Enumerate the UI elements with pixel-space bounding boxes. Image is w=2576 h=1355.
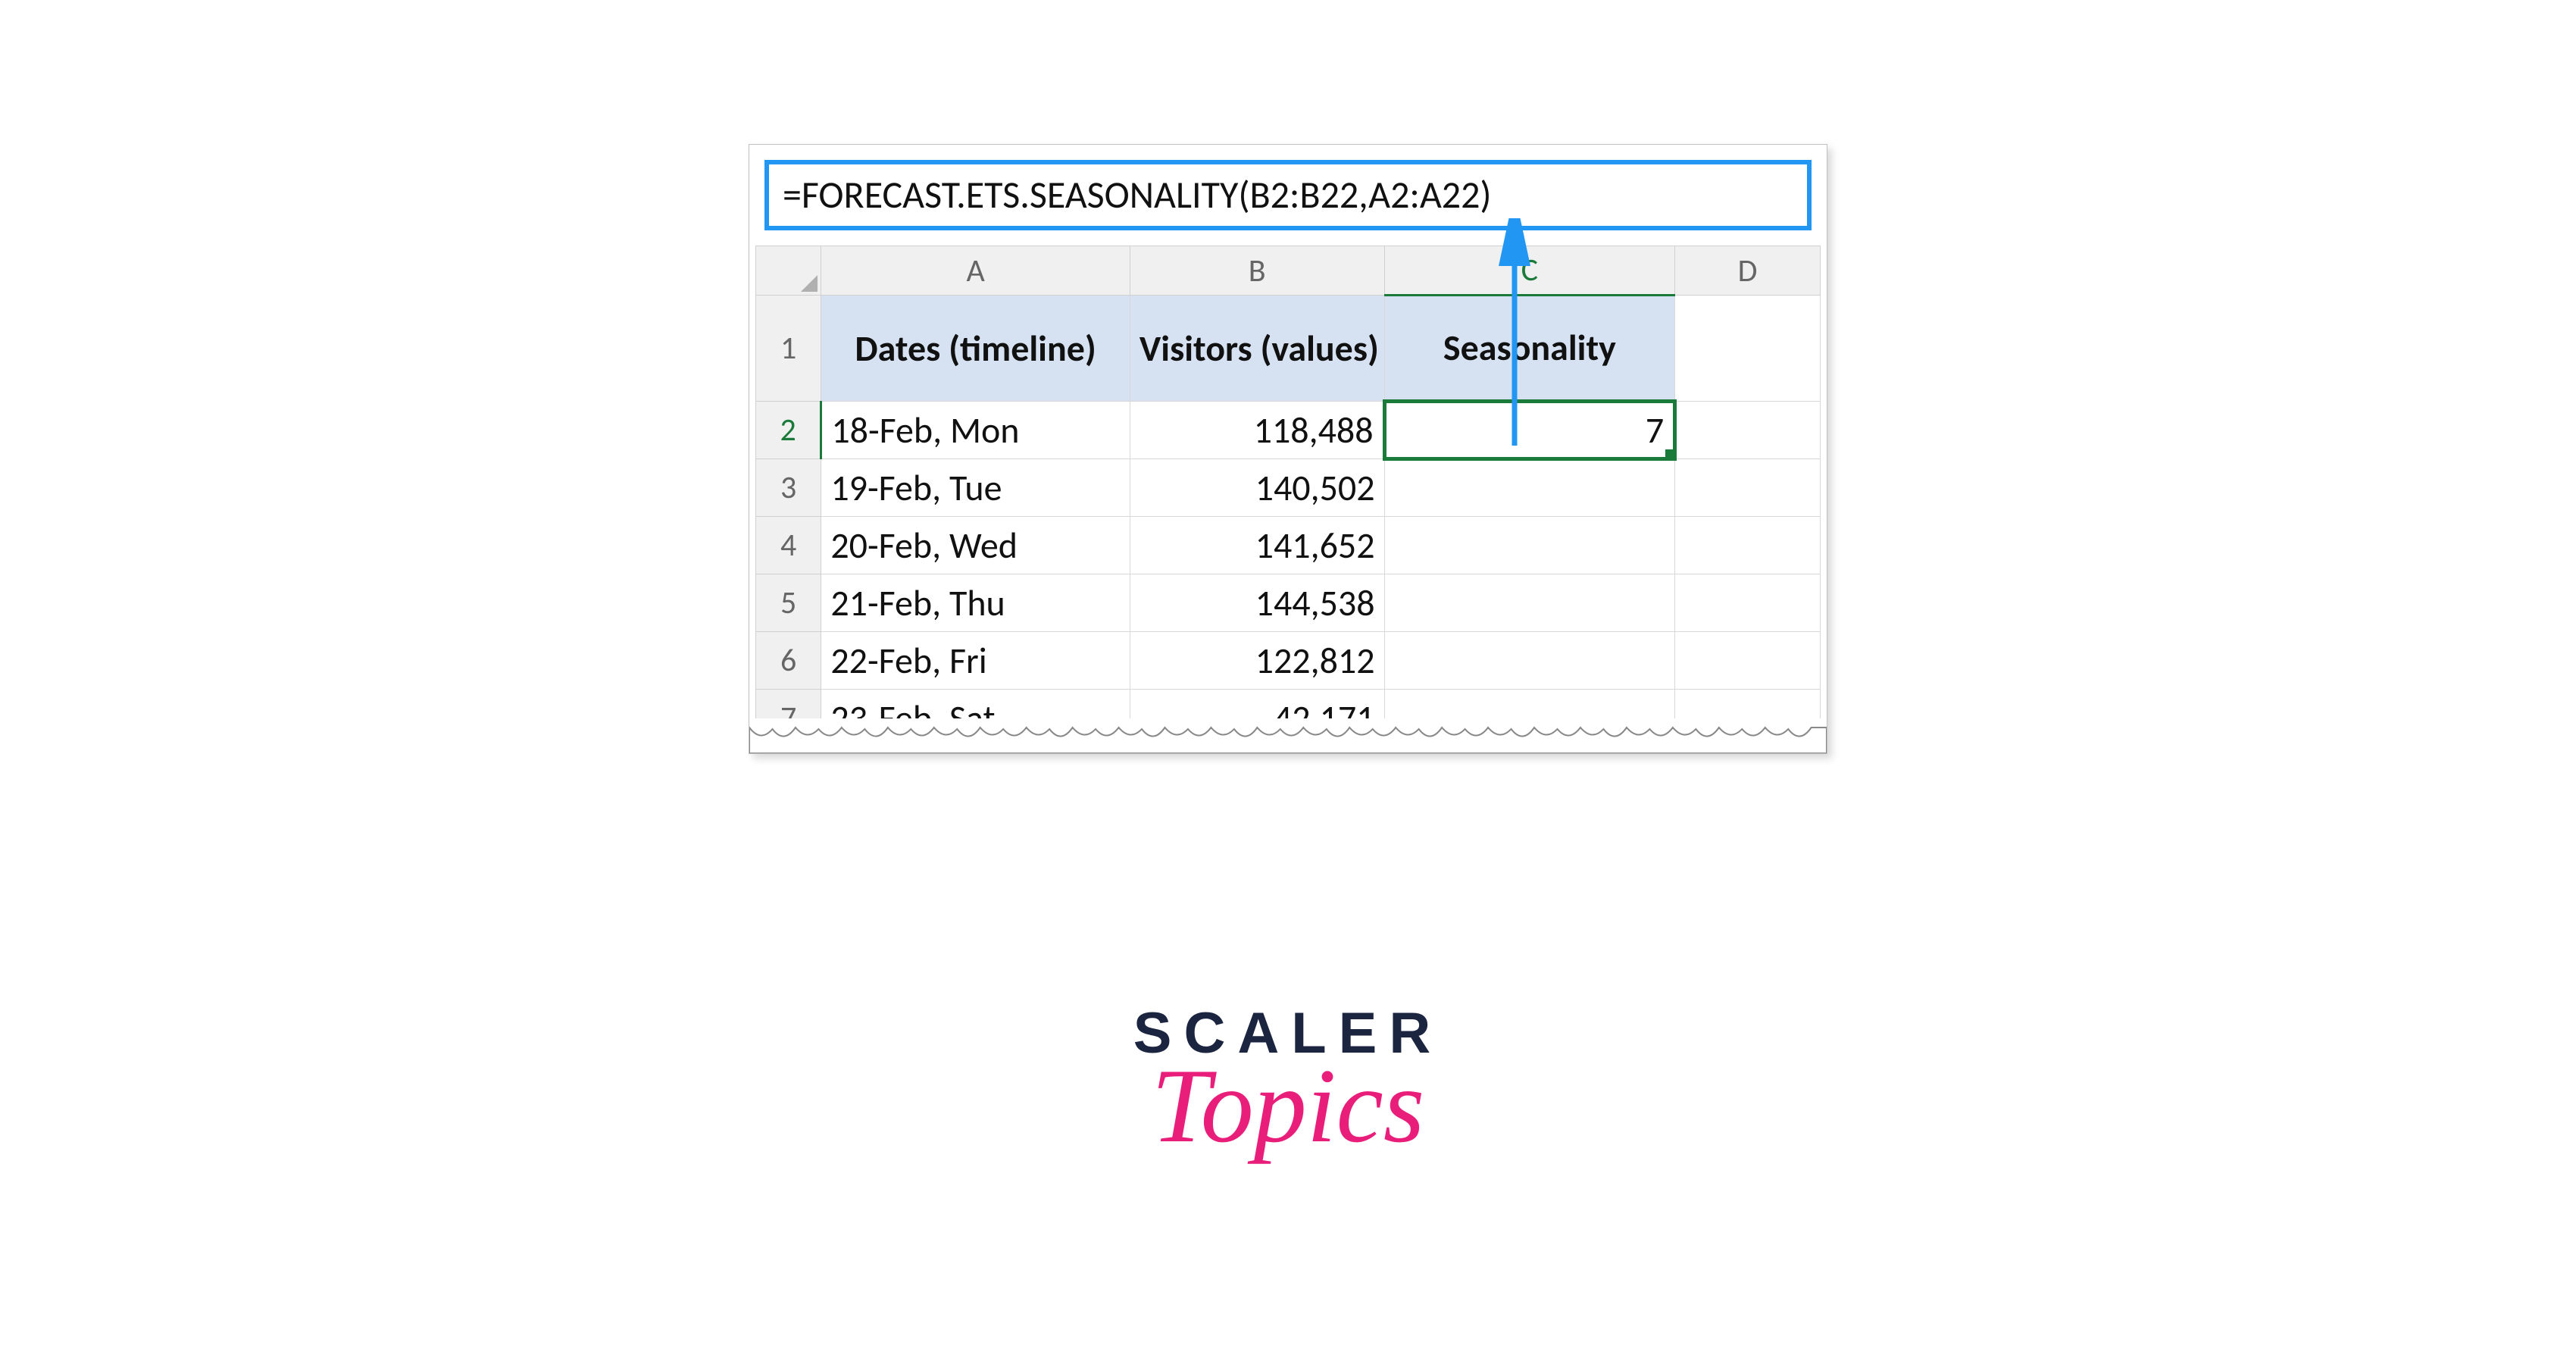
- logo-line2: Topics: [1133, 1045, 1443, 1167]
- cell-d4[interactable]: [1675, 517, 1821, 574]
- cell-a3[interactable]: 19-Feb, Tue: [821, 459, 1130, 517]
- torn-edge-decoration: [749, 718, 1827, 753]
- cell-b6[interactable]: 122,812: [1130, 632, 1384, 690]
- select-all-corner[interactable]: [756, 246, 821, 296]
- cell-d6[interactable]: [1675, 632, 1821, 690]
- cell-d1[interactable]: [1675, 296, 1821, 402]
- cell-a1[interactable]: Dates (timeline): [821, 296, 1130, 402]
- cell-c2[interactable]: 7: [1384, 402, 1675, 459]
- cell-b5[interactable]: 144,538: [1130, 574, 1384, 632]
- cell-a2[interactable]: 18-Feb, Mon: [821, 402, 1130, 459]
- cell-d5[interactable]: [1675, 574, 1821, 632]
- row-header-3[interactable]: 3: [756, 459, 821, 517]
- scaler-topics-logo: SCALER Topics: [1133, 1000, 1443, 1167]
- col-header-d[interactable]: D: [1675, 246, 1821, 296]
- col-header-a[interactable]: A: [821, 246, 1130, 296]
- spreadsheet-grid[interactable]: A B C D 1 Dates (timeline) Visitors (val…: [749, 246, 1827, 753]
- row-header-6[interactable]: 6: [756, 632, 821, 690]
- excel-window: =FORECAST.ETS.SEASONALITY(B2:B22,A2:A22)…: [749, 144, 1827, 754]
- cell-b4[interactable]: 141,652: [1130, 517, 1384, 574]
- cell-a5[interactable]: 21-Feb, Thu: [821, 574, 1130, 632]
- cell-b2[interactable]: 118,488: [1130, 402, 1384, 459]
- cell-d3[interactable]: [1675, 459, 1821, 517]
- col-header-c[interactable]: C: [1384, 246, 1675, 296]
- cell-a6[interactable]: 22-Feb, Fri: [821, 632, 1130, 690]
- row-header-2[interactable]: 2: [756, 402, 821, 459]
- col-header-b[interactable]: B: [1130, 246, 1384, 296]
- cell-c6[interactable]: [1384, 632, 1675, 690]
- cell-c1[interactable]: Seasonality: [1384, 296, 1675, 402]
- cell-d2[interactable]: [1675, 402, 1821, 459]
- cell-a4[interactable]: 20-Feb, Wed: [821, 517, 1130, 574]
- row-header-1[interactable]: 1: [756, 296, 821, 402]
- cell-b1[interactable]: Visitors (values): [1130, 296, 1384, 402]
- cell-b3[interactable]: 140,502: [1130, 459, 1384, 517]
- cell-c5[interactable]: [1384, 574, 1675, 632]
- row-header-4[interactable]: 4: [756, 517, 821, 574]
- row-header-5[interactable]: 5: [756, 574, 821, 632]
- cell-c3[interactable]: [1384, 459, 1675, 517]
- cell-c4[interactable]: [1384, 517, 1675, 574]
- formula-bar[interactable]: =FORECAST.ETS.SEASONALITY(B2:B22,A2:A22): [764, 160, 1812, 230]
